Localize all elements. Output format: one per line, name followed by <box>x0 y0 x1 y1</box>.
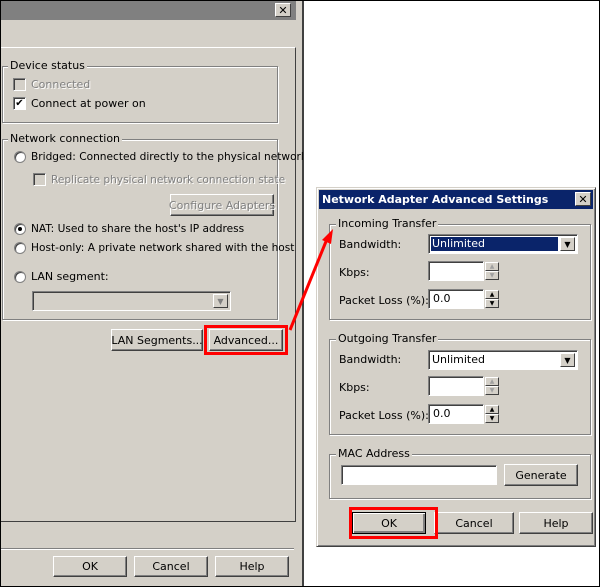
close-icon[interactable]: ✕ <box>275 3 291 17</box>
replicate-label: Replicate physical network connection st… <box>51 173 286 186</box>
advanced-ok-button[interactable]: OK <box>352 512 426 534</box>
lan-segment-label: LAN segment: <box>31 270 109 283</box>
incoming-bandwidth-value: Unlimited <box>431 237 558 251</box>
chevron-down-icon[interactable]: ▼ <box>560 237 575 251</box>
outgoing-transfer-legend: Outgoing Transfer <box>336 332 439 345</box>
connect-power-on-row[interactable]: ✔ Connect at power on <box>13 97 146 110</box>
spin-up-icon[interactable]: ▲ <box>485 405 499 414</box>
outgoing-kbps-label: Kbps: <box>339 381 370 394</box>
bridged-radio[interactable] <box>14 151 26 163</box>
outgoing-bandwidth-dropdown[interactable]: Unlimited ▼ <box>428 350 578 370</box>
advanced-cancel-button[interactable]: Cancel <box>434 512 514 534</box>
advanced-dialog-title: Network Adapter Advanced Settings <box>322 193 549 206</box>
left-ok-button[interactable]: OK <box>53 556 127 577</box>
generate-button[interactable]: Generate <box>504 464 578 486</box>
incoming-packet-loss-label: Packet Loss (%): <box>339 294 429 307</box>
network-adapter-settings-window: ✕ Device status Connected ✔ Connect at p… <box>0 0 304 587</box>
left-cancel-button[interactable]: Cancel <box>134 556 208 577</box>
left-help-button[interactable]: Help <box>215 556 289 577</box>
advanced-dialog-titlebar: Network Adapter Advanced Settings ✕ <box>319 190 593 209</box>
chevron-down-icon[interactable]: ▼ <box>213 294 228 308</box>
advanced-settings-dialog: Network Adapter Advanced Settings ✕ Inco… <box>316 187 596 547</box>
close-icon[interactable]: ✕ <box>575 192 591 206</box>
incoming-bandwidth-label: Bandwidth: <box>339 238 402 251</box>
lan-segment-dropdown[interactable]: ▼ <box>32 291 231 311</box>
network-connection-legend: Network connection <box>8 132 123 145</box>
nat-radio-row[interactable]: NAT: Used to share the host's IP address <box>14 223 244 235</box>
incoming-bandwidth-dropdown[interactable]: Unlimited ▼ <box>428 234 578 254</box>
spin-up-icon[interactable]: ▲ <box>485 262 499 271</box>
nat-label: NAT: Used to share the host's IP address <box>31 223 245 235</box>
mac-address-legend: MAC Address <box>336 447 412 460</box>
incoming-kbps-label: Kbps: <box>339 266 370 279</box>
footer-separator <box>0 548 294 550</box>
connected-label: Connected <box>31 78 91 91</box>
device-status-legend: Device status <box>8 59 87 72</box>
left-window-titlebar: ✕ <box>0 0 296 20</box>
advanced-button[interactable]: Advanced... <box>209 329 283 351</box>
lan-segment-radio[interactable] <box>14 270 26 283</box>
mac-address-input[interactable] <box>341 465 497 485</box>
spin-down-icon[interactable]: ▼ <box>485 271 499 280</box>
radio-selected-dot <box>18 227 22 231</box>
spin-up-icon[interactable]: ▲ <box>485 377 499 386</box>
replicate-checkbox-row[interactable]: Replicate physical network connection st… <box>33 173 285 186</box>
outgoing-kbps-input[interactable] <box>428 376 484 396</box>
incoming-transfer-legend: Incoming Transfer <box>336 217 439 230</box>
connected-checkbox-row[interactable]: Connected <box>13 78 90 91</box>
connected-checkbox[interactable] <box>13 78 26 91</box>
host-only-radio[interactable] <box>14 242 26 254</box>
chevron-down-icon[interactable]: ▼ <box>560 353 575 367</box>
connect-power-on-label: Connect at power on <box>31 97 146 110</box>
incoming-packet-loss-input[interactable]: 0.0 <box>428 289 484 309</box>
lan-segment-value <box>35 294 211 308</box>
spin-down-icon[interactable]: ▼ <box>485 386 499 395</box>
bridged-label: Bridged: Connected directly to the physi… <box>31 151 304 163</box>
host-only-label: Host-only: A private network shared with… <box>31 242 295 254</box>
lan-segments-button[interactable]: LAN Segments... <box>111 329 203 351</box>
outgoing-packet-loss-label: Packet Loss (%): <box>339 409 429 422</box>
outgoing-bandwidth-value: Unlimited <box>432 353 485 366</box>
host-only-radio-row[interactable]: Host-only: A private network shared with… <box>14 242 294 254</box>
bridged-radio-row[interactable]: Bridged: Connected directly to the physi… <box>14 151 304 163</box>
replicate-checkbox[interactable] <box>33 173 46 186</box>
configure-adapters-button[interactable]: Configure Adapters <box>169 194 275 216</box>
nat-radio[interactable] <box>14 223 26 235</box>
incoming-kbps-spinner[interactable]: ▲ ▼ <box>485 262 499 280</box>
spin-up-icon[interactable]: ▲ <box>485 290 499 299</box>
outgoing-bandwidth-label: Bandwidth: <box>339 353 402 366</box>
spin-down-icon[interactable]: ▼ <box>485 299 499 308</box>
outgoing-packet-loss-spinner[interactable]: ▲ ▼ <box>485 405 499 423</box>
spin-down-icon[interactable]: ▼ <box>485 414 499 423</box>
outgoing-kbps-spinner[interactable]: ▲ ▼ <box>485 377 499 395</box>
incoming-kbps-input[interactable] <box>428 261 484 281</box>
device-status-group: Device status <box>2 59 278 123</box>
outgoing-packet-loss-input[interactable]: 0.0 <box>428 404 484 424</box>
advanced-help-button[interactable]: Help <box>519 512 593 534</box>
incoming-packet-loss-spinner[interactable]: ▲ ▼ <box>485 290 499 308</box>
check-mark-icon: ✔ <box>15 97 24 109</box>
connect-power-on-checkbox[interactable]: ✔ <box>13 97 26 110</box>
lan-segment-radio-row[interactable]: LAN segment: <box>14 270 109 283</box>
